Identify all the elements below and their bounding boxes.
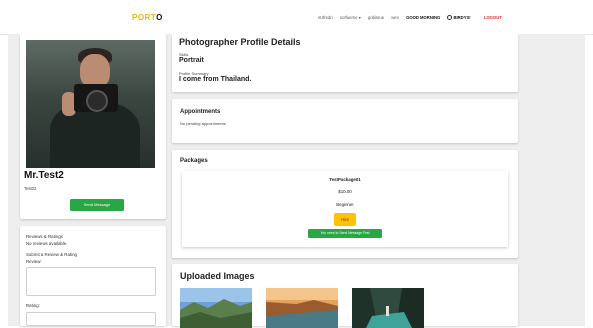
summary-value: I come from Thailand. xyxy=(179,76,252,83)
packages-card: Packages TestPackage01 $10.00 Beginner H… xyxy=(172,150,518,258)
profile-photo xyxy=(26,40,155,168)
rating-input[interactable] xyxy=(26,312,156,326)
reviews-title: Reviews & Ratings xyxy=(26,234,63,239)
nav-link-3[interactable]: gobisrue xyxy=(368,15,384,20)
send-message-first-notice[interactable]: You need to Send Message First xyxy=(308,229,382,238)
logout-link[interactable]: LOGOUT xyxy=(484,15,502,20)
uploaded-image-1[interactable] xyxy=(180,288,252,328)
appointments-empty-text: No pending appointments. xyxy=(180,121,227,126)
nav-link-1[interactable]: sUfredn xyxy=(318,15,333,20)
submit-review-title: Submit a Review & Rating xyxy=(26,252,78,257)
uploaded-image-2[interactable] xyxy=(266,288,338,328)
package-name: TestPackage01 xyxy=(329,177,361,182)
profile-name: Mr.Test2 xyxy=(24,170,64,181)
package-price: $10.00 xyxy=(338,189,352,194)
review-label: Review: xyxy=(26,259,42,264)
nav-link-4[interactable]: wen xyxy=(391,15,399,20)
uploaded-title: Uploaded Images xyxy=(180,271,255,281)
reviews-empty-text: No reviews available. xyxy=(26,241,68,246)
top-navbar: PORTO sUfredn notfuerne ▾ gobisrue wen G… xyxy=(0,0,593,35)
appointments-card: Appointments No pending appointments. xyxy=(172,99,518,143)
rating-label: Rating: xyxy=(26,303,40,308)
profile-username: Test02 xyxy=(24,186,37,191)
package-card: TestPackage01 $10.00 Beginner Hire You n… xyxy=(182,171,508,247)
review-textarea[interactable] xyxy=(26,267,156,296)
appointments-title: Appointments xyxy=(180,109,221,115)
page-background: Mr.Test2 Test02 Send Message Reviews & R… xyxy=(8,34,585,328)
nav-links: sUfredn notfuerne ▾ gobisrue wen GOOD MO… xyxy=(318,15,508,20)
hire-button[interactable]: Hire xyxy=(334,213,356,226)
details-title: Photographer Profile Details xyxy=(179,37,301,47)
uploaded-images-card: Uploaded Images xyxy=(172,264,518,328)
profile-card: Mr.Test2 Test02 Send Message xyxy=(20,34,166,219)
profile-details-card: Photographer Profile Details Skills Port… xyxy=(172,34,518,92)
send-message-button[interactable]: Send Message xyxy=(70,199,124,211)
packages-title: Packages xyxy=(180,158,208,164)
nav-link-2[interactable]: notfuerne ▾ xyxy=(340,15,361,20)
brand-logo[interactable]: PORTO xyxy=(132,13,163,22)
reviews-card: Reviews & Ratings No reviews available. … xyxy=(20,226,166,326)
greeting-text: GOOD MORNING BIRDYS! xyxy=(406,15,471,20)
bell-icon[interactable] xyxy=(447,15,453,20)
package-level: Beginner xyxy=(336,202,354,207)
skills-value: Portrait xyxy=(179,57,204,64)
uploaded-image-3[interactable] xyxy=(352,288,424,328)
